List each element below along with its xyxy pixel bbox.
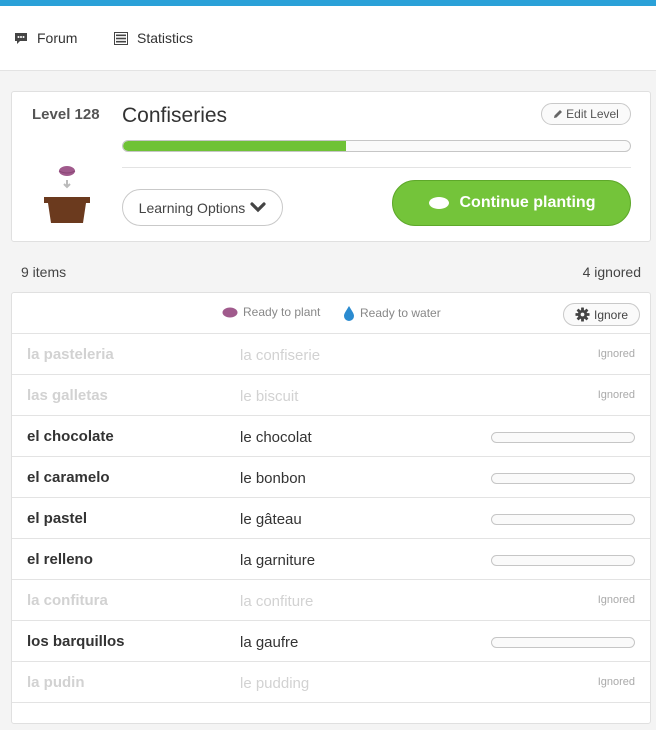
table-row[interactable]: los barquillos la gaufre	[12, 621, 650, 662]
definition-text: la gaufre	[240, 634, 299, 651]
ignored-status: Ignored	[597, 348, 635, 360]
definition-text: la garniture	[240, 552, 316, 569]
learning-options-button[interactable]: Learning Options	[122, 189, 283, 226]
edit-level-label: Edit Level	[566, 107, 619, 121]
ignored-count: 4 ignored	[582, 264, 641, 280]
nav-statistics-label: Statistics	[137, 30, 194, 46]
word-text: el relleno	[27, 551, 93, 568]
word-text: la confitura	[27, 592, 108, 609]
word-text: las galletas	[27, 387, 108, 404]
table-row[interactable]: el caramelo le bonbon	[12, 457, 650, 498]
definition-text: le gâteau	[240, 511, 302, 528]
table-row[interactable]: la pasteleria la confiserie Ignored	[12, 334, 650, 375]
ignored-status: Ignored	[597, 594, 635, 606]
gear-icon	[575, 307, 590, 322]
level-progress-fill	[123, 141, 347, 151]
ignore-button[interactable]: Ignore	[563, 303, 640, 326]
continue-planting-button[interactable]: Continue planting	[392, 180, 631, 226]
word-list: Ready to plant Ready to water Ignore la	[11, 292, 651, 724]
definition-text: le biscuit	[240, 388, 299, 405]
pencil-icon	[554, 110, 563, 118]
word-progress-bar	[491, 432, 635, 443]
legend-water-label: Ready to water	[360, 306, 441, 320]
table-row[interactable]: las galletas le biscuit Ignored	[12, 375, 650, 416]
level-card: Level 128 Confiseries Edit Level Learnin…	[11, 91, 651, 242]
items-count: 9 items	[21, 264, 67, 280]
ignore-button-label: Ignore	[593, 307, 629, 322]
word-text: la pudin	[27, 674, 85, 691]
word-text: la pasteleria	[27, 346, 114, 363]
ignored-status: Ignored	[597, 676, 635, 688]
nav-statistics[interactable]: Statistics	[114, 30, 193, 46]
speech-bubble-icon	[15, 32, 27, 44]
level-number: Level 128	[32, 106, 100, 123]
nav-forum-label: Forum	[37, 30, 78, 46]
word-progress-bar	[491, 514, 635, 525]
definition-text: la confiture	[240, 593, 314, 610]
level-title: Confiseries	[122, 104, 228, 127]
word-progress-bar	[491, 555, 635, 566]
word-text: el caramelo	[27, 469, 110, 486]
definition-text: le chocolat	[240, 429, 312, 446]
word-list-header: Ready to plant Ready to water Ignore	[12, 293, 650, 334]
word-progress-bar	[491, 637, 635, 648]
word-progress-bar	[491, 473, 635, 484]
nav-forum[interactable]: Forum	[14, 30, 77, 46]
seed-icon	[222, 307, 238, 317]
continue-planting-label: Continue planting	[459, 194, 596, 211]
legend-ready-to-water: Ready to water	[343, 305, 441, 321]
table-row[interactable]: el relleno la garniture	[12, 539, 650, 580]
definition-text: la confiserie	[240, 347, 321, 364]
table-row[interactable]: la pudin le pudding Ignored	[12, 662, 650, 703]
card-divider	[122, 167, 631, 168]
table-row[interactable]: el chocolate le chocolat	[12, 416, 650, 457]
seed-icon	[428, 197, 449, 209]
word-text: los barquillos	[27, 633, 125, 650]
table-row[interactable]: la confitura la confiture Ignored	[12, 580, 650, 621]
edit-level-button[interactable]: Edit Level	[541, 103, 631, 125]
top-nav: Forum Statistics	[0, 6, 656, 71]
word-text: el pastel	[27, 510, 88, 527]
list-table-icon	[114, 31, 128, 45]
chevron-down-icon	[250, 201, 266, 212]
water-drop-icon	[344, 306, 354, 321]
learning-options-label: Learning Options	[138, 199, 246, 216]
word-text: el chocolate	[27, 428, 114, 445]
definition-text: le bonbon	[240, 470, 306, 487]
definition-text: le pudding	[240, 675, 310, 692]
plant-pot-icon	[44, 166, 90, 223]
table-row[interactable]: el pastel le gâteau	[12, 498, 650, 539]
legend-ready-to-plant: Ready to plant	[222, 305, 320, 319]
legend-plant-label: Ready to plant	[243, 305, 321, 319]
level-progress-bar	[122, 140, 631, 152]
ignored-status: Ignored	[597, 389, 635, 401]
